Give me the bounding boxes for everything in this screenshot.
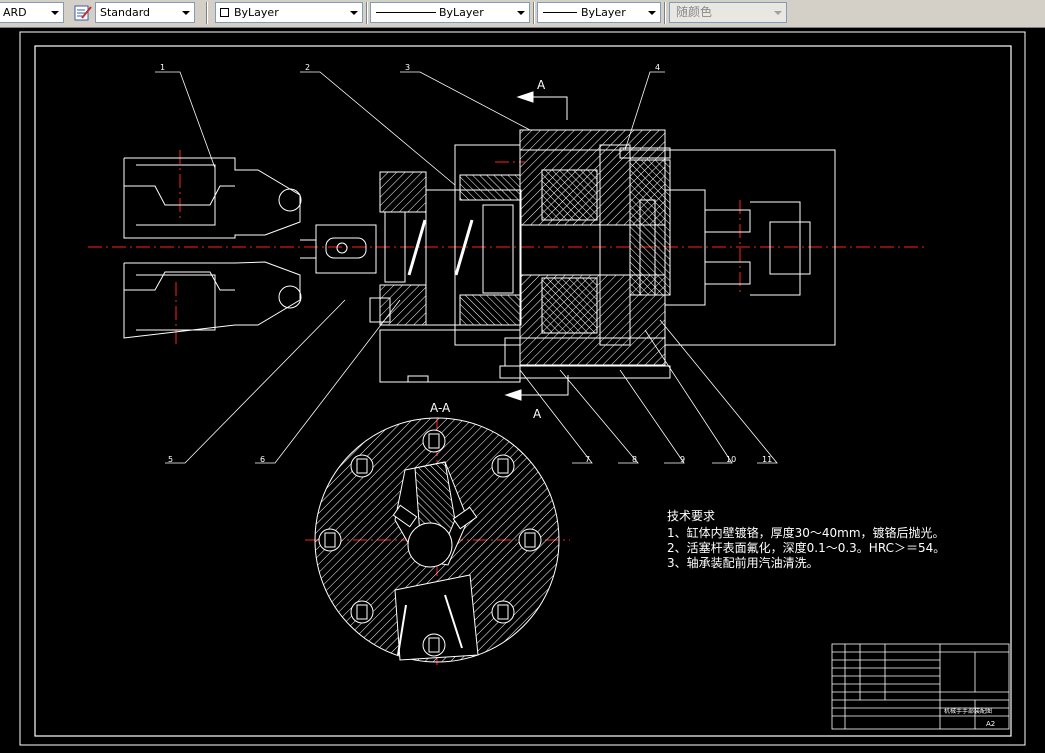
linetype-value: ByLayer [439, 6, 484, 19]
chevron-down-icon[interactable] [47, 3, 63, 22]
line-sample-icon [543, 12, 577, 13]
chevron-down-icon[interactable] [770, 3, 786, 22]
balloon-labels: 1 2 3 4 5 6 7 8 9 10 11 [160, 63, 772, 464]
balloon-5: 5 [168, 455, 173, 464]
drawing-canvas[interactable]: A A 1 2 3 4 5 6 7 8 9 10 11 A-A 技术要求 1、缸… [0, 28, 1045, 753]
text-style-value: ARD [3, 6, 27, 19]
plot-style-value: 随颜色 [676, 5, 713, 19]
leader-lines [155, 71, 778, 464]
dimension-style-dropdown[interactable]: Standard [95, 2, 195, 23]
balloon-11: 11 [762, 455, 772, 464]
section-label-bottom: A [533, 407, 542, 421]
dimension-style-value: Standard [100, 6, 151, 19]
properties-toolbar: ARD Standard ByLayer ByLayer ByLayer 随颜色 [0, 0, 1045, 28]
toolbar-separator [206, 2, 208, 24]
balloon-2: 2 [305, 63, 310, 72]
title-block-drawing-name: 机械手手部装配图 [944, 707, 992, 715]
lineweight-dropdown[interactable]: ByLayer [537, 2, 661, 23]
balloon-9: 9 [680, 455, 685, 464]
title-block-sheet-size: A2 [986, 720, 995, 728]
line-sample-icon [376, 12, 436, 13]
chevron-down-icon[interactable] [513, 3, 529, 22]
title-block [831, 643, 1010, 730]
section-view-aa [314, 417, 560, 663]
plot-style-dropdown[interactable]: 随颜色 [669, 2, 787, 23]
notes-line-2: 2、活塞杆表面氟化，深度0.1～0.3。HRC＞＝54。 [667, 540, 945, 555]
balloon-10: 10 [726, 455, 736, 464]
dimension-style-icon[interactable] [73, 3, 93, 23]
chevron-down-icon[interactable] [178, 3, 194, 22]
cylinder-body [369, 144, 522, 383]
section-title: A-A [430, 401, 451, 415]
chevron-down-icon[interactable] [346, 3, 362, 22]
chevron-down-icon[interactable] [644, 3, 660, 22]
balloon-6: 6 [260, 455, 265, 464]
notes-line-3: 3、轴承装配前用汽油清洗。 [667, 555, 819, 570]
toolbar-separator [664, 2, 666, 24]
balloon-4: 4 [655, 63, 660, 72]
notes-line-1: 1、缸体内壁镀铬，厚度30～40mm，镀铬后抛光。 [667, 525, 945, 540]
layer-color-value: ByLayer [234, 6, 279, 19]
lineweight-value: ByLayer [581, 6, 626, 19]
text-style-dropdown[interactable]: ARD [0, 2, 64, 23]
color-swatch-icon [220, 8, 229, 17]
gripper-jaws [123, 157, 377, 339]
balloon-7: 7 [585, 455, 590, 464]
balloon-8: 8 [632, 455, 637, 464]
layer-color-dropdown[interactable]: ByLayer [215, 2, 363, 23]
cylinder-housing [455, 129, 836, 379]
balloon-3: 3 [405, 63, 410, 72]
technical-notes: 技术要求 1、缸体内壁镀铬，厚度30～40mm，镀铬后抛光。 2、活塞杆表面氟化… [667, 509, 945, 570]
balloon-1: 1 [160, 63, 165, 72]
notes-title: 技术要求 [667, 509, 715, 523]
toolbar-separator [366, 2, 368, 24]
section-label-top: A [537, 78, 546, 92]
linetype-dropdown[interactable]: ByLayer [370, 2, 530, 23]
toolbar-separator [533, 2, 535, 24]
